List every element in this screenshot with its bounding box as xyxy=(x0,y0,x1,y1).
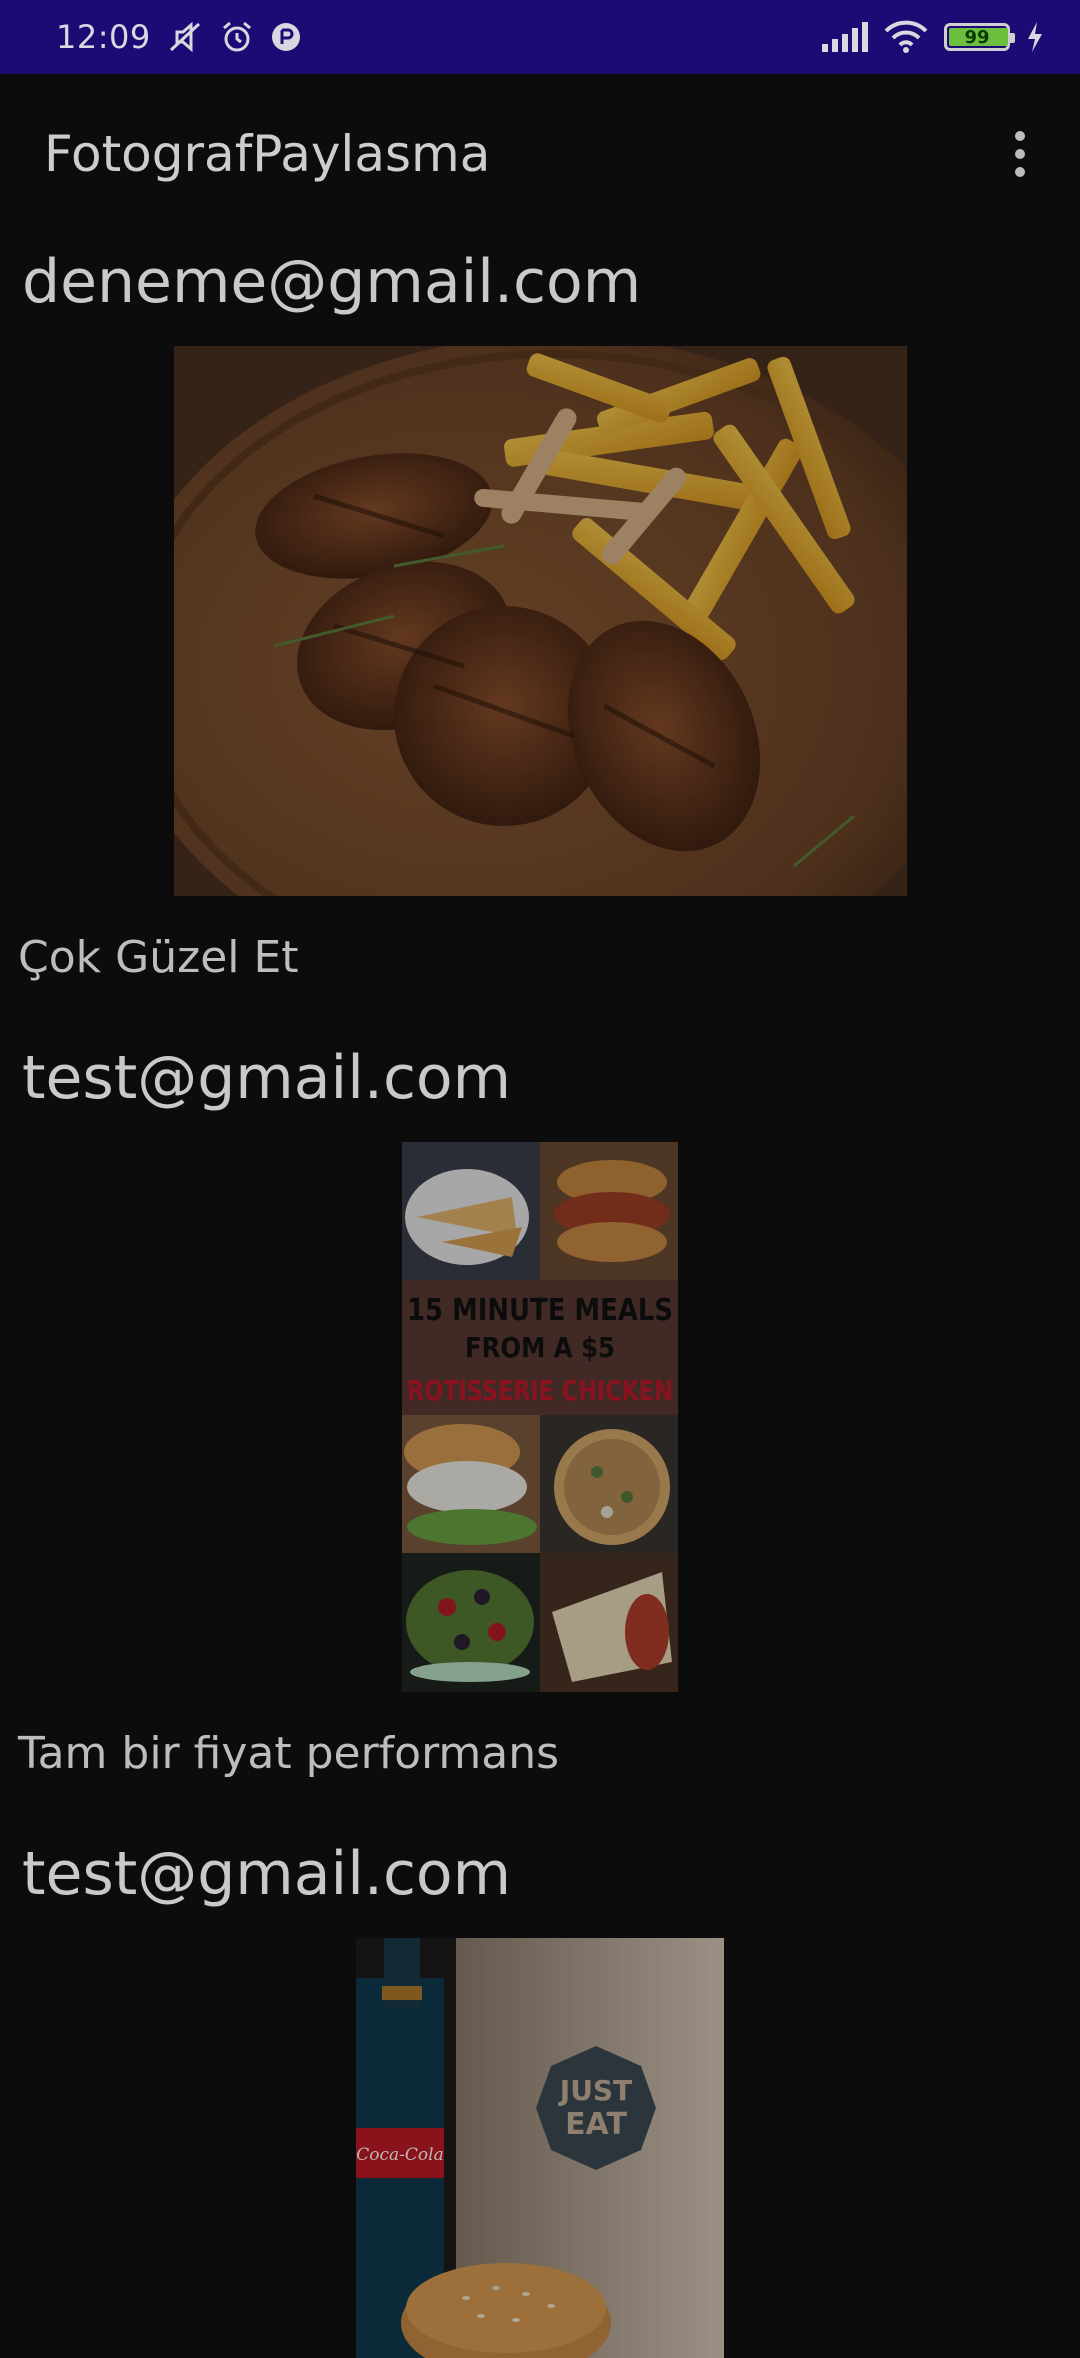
post-card: test@gmail.com 15 MINUTE MEALS FROM A $5… xyxy=(0,1030,1080,1826)
post-image-rotisserie-collage: 15 MINUTE MEALS FROM A $5 ROTISSERIE CHI… xyxy=(402,1142,678,1692)
status-bar: 12:09 99 xyxy=(0,0,1080,74)
status-left-icons xyxy=(165,19,303,55)
post-email: test@gmail.com xyxy=(22,1839,512,1909)
post-card: test@gmail.com JUST EAT Coca-Cola xyxy=(0,1826,1080,2358)
battery-icon: 99 xyxy=(944,23,1015,51)
post-card: deneme@gmail.com Çok Güzel Et xyxy=(0,234,1080,1030)
post-image-burger-and-cola: JUST EAT Coca-Cola xyxy=(356,1938,724,2358)
collage-title-line3: ROTISSERIE CHICKEN xyxy=(407,1374,673,1407)
mute-icon xyxy=(165,20,205,54)
bag-logo-line2: EAT xyxy=(565,2107,627,2142)
charging-icon xyxy=(1026,22,1044,52)
app-bar: FotografPaylasma xyxy=(0,74,1080,234)
status-time: 12:09 xyxy=(56,18,151,56)
post-caption: Çok Güzel Et xyxy=(18,932,299,983)
signal-icon xyxy=(820,22,868,52)
wifi-icon xyxy=(884,20,928,54)
bottle-label: Coca-Cola xyxy=(356,2145,443,2165)
status-right-icons: 99 xyxy=(820,20,1044,54)
post-email: test@gmail.com xyxy=(22,1043,512,1113)
post-feed[interactable]: deneme@gmail.com Çok Güzel Et test@gmail… xyxy=(0,234,1080,2358)
alarm-icon xyxy=(219,19,255,55)
post-caption: Tam bir fiyat performans xyxy=(18,1728,560,1779)
post-email: deneme@gmail.com xyxy=(22,247,642,317)
app-notification-icon xyxy=(269,20,303,54)
collage-title-line1: 15 MINUTE MEALS xyxy=(407,1293,673,1328)
bag-logo-line1: JUST xyxy=(558,2074,632,2107)
more-vert-icon[interactable] xyxy=(990,114,1050,194)
collage-title-line2: FROM A $5 xyxy=(465,1331,615,1364)
battery-level: 99 xyxy=(964,26,990,48)
app-title: FotografPaylasma xyxy=(44,125,491,183)
post-image-lamb-chops xyxy=(173,346,907,896)
